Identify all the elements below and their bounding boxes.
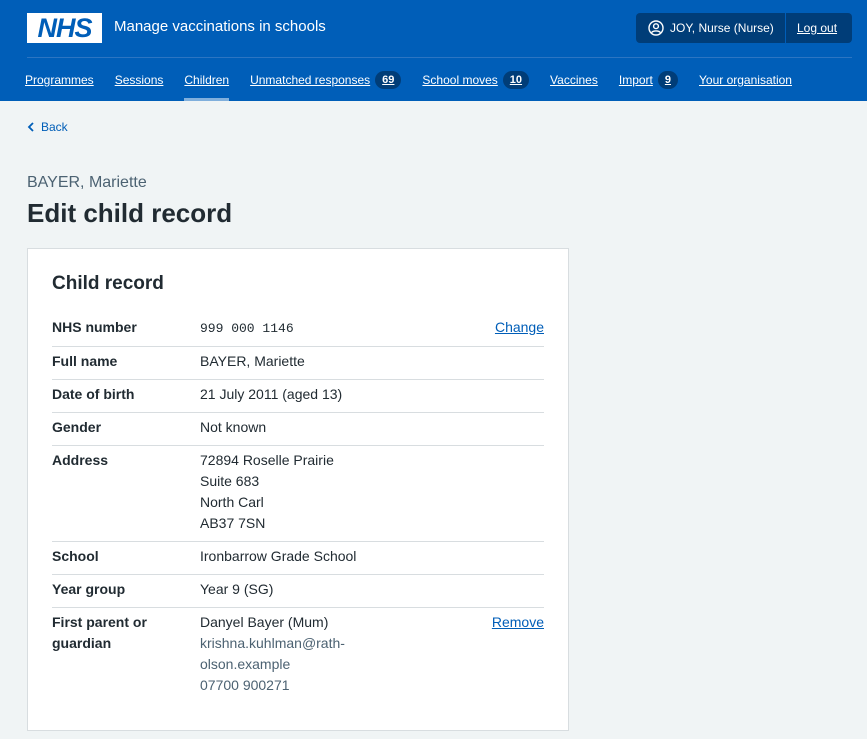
row-value: 999 000 1146 xyxy=(200,317,495,339)
row-key: Year group xyxy=(52,581,126,597)
remove-parent-link[interactable]: Remove xyxy=(492,612,544,696)
row-key: First parent or guardian xyxy=(52,612,200,696)
row-first-parent: First parent or guardian Danyel Bayer (M… xyxy=(52,608,544,703)
nav-label: Children xyxy=(184,73,230,87)
row-gender: Gender Not known xyxy=(52,413,544,446)
child-record-card: Child record NHS number 999 000 1146 Cha… xyxy=(27,248,569,731)
row-key-line: guardian xyxy=(52,635,112,651)
row-date-of-birth: Date of birth 21 July 2011 (aged 13) xyxy=(52,380,544,413)
change-nhs-number-link[interactable]: Change xyxy=(495,317,544,339)
page-caption: BAYER, Mariette xyxy=(27,174,147,191)
row-value: 21 July 2011 (aged 13) xyxy=(200,386,343,402)
parent-value: Danyel Bayer (Mum) krishna.kuhlman@rath-… xyxy=(200,612,492,696)
row-value: Not known xyxy=(200,419,267,435)
count-badge: 69 xyxy=(375,71,402,89)
row-value: Ironbarrow Grade School xyxy=(200,548,357,564)
address-line: AB37 7SN xyxy=(200,515,266,531)
email-line: olson.example xyxy=(200,656,291,672)
row-value: Year 9 (SG) xyxy=(200,581,274,597)
nav-vaccines[interactable]: Vaccines xyxy=(550,71,598,89)
count-badge: 10 xyxy=(502,71,530,89)
count-badge: 9 xyxy=(657,71,678,89)
nav-label: School moves xyxy=(422,73,498,87)
nav-label: Programmes xyxy=(25,73,94,87)
nav-label: Vaccines xyxy=(550,73,598,87)
nav-programmes[interactable]: Programmes xyxy=(25,71,94,89)
nav-label: Import xyxy=(618,73,653,87)
parent-phone: 07700 900271 xyxy=(200,677,290,693)
row-value: BAYER, Mariette xyxy=(200,353,305,369)
logout-link[interactable]: Log out xyxy=(786,21,837,35)
address-line: Suite 683 xyxy=(200,473,260,489)
card-title: Child record xyxy=(52,273,164,294)
app-header: NHS Manage vaccinations in schools JOY, … xyxy=(0,0,867,101)
row-key-line: First parent or xyxy=(52,614,147,630)
chevron-left-icon xyxy=(27,122,34,132)
nav-your-organisation[interactable]: Your organisation xyxy=(699,71,792,89)
row-key: Address xyxy=(52,452,109,468)
account-user: JOY, Nurse (Nurse) xyxy=(636,13,785,43)
nhs-number-value: 999 000 1146 xyxy=(200,321,294,336)
row-key: NHS number xyxy=(52,319,137,335)
nav-label: Unmatched responses xyxy=(250,73,371,87)
nav-sessions[interactable]: Sessions xyxy=(115,71,164,89)
email-line: krishna.kuhlman@rath- xyxy=(200,635,345,651)
row-full-name: Full name BAYER, Mariette xyxy=(52,347,544,380)
user-circle-icon xyxy=(648,20,664,36)
service-name[interactable]: Manage vaccinations in schools xyxy=(114,18,326,35)
page-title: Edit child record xyxy=(27,198,233,228)
nav-import[interactable]: Import 9 xyxy=(619,71,678,89)
header-divider xyxy=(27,57,852,58)
account-bar: JOY, Nurse (Nurse) Log out xyxy=(636,13,852,43)
row-nhs-number: NHS number 999 000 1146 Change xyxy=(52,313,544,347)
user-label: JOY, Nurse (Nurse) xyxy=(670,21,774,35)
parent-email: krishna.kuhlman@rath- olson.example xyxy=(200,633,492,675)
summary-list: NHS number 999 000 1146 Change Full name… xyxy=(52,313,544,703)
back-label: Back xyxy=(41,120,68,134)
primary-nav: Programmes Sessions Children Unmatched r… xyxy=(25,71,813,101)
logo-text: NHS xyxy=(37,13,92,43)
address-line: North Carl xyxy=(200,494,264,510)
address-line: 72894 Roselle Prairie xyxy=(200,452,334,468)
row-key: School xyxy=(52,548,99,564)
nav-children[interactable]: Children xyxy=(184,71,230,101)
nav-unmatched-responses[interactable]: Unmatched responses 69 xyxy=(250,71,402,89)
nav-label: Your organisation xyxy=(699,73,792,87)
row-year-group: Year group Year 9 (SG) xyxy=(52,575,544,608)
nav-label: Sessions xyxy=(114,73,164,87)
row-key: Date of birth xyxy=(52,386,135,402)
address-value: 72894 Roselle Prairie Suite 683 North Ca… xyxy=(200,450,544,534)
row-key: Gender xyxy=(52,419,102,435)
parent-name: Danyel Bayer (Mum) xyxy=(200,614,329,630)
row-key: Full name xyxy=(52,353,118,369)
back-link[interactable]: Back xyxy=(27,120,68,134)
nav-school-moves[interactable]: School moves 10 xyxy=(422,71,530,89)
row-school: School Ironbarrow Grade School xyxy=(52,542,544,575)
row-address: Address 72894 Roselle Prairie Suite 683 … xyxy=(52,446,544,542)
nhs-logo[interactable]: NHS xyxy=(27,13,102,43)
